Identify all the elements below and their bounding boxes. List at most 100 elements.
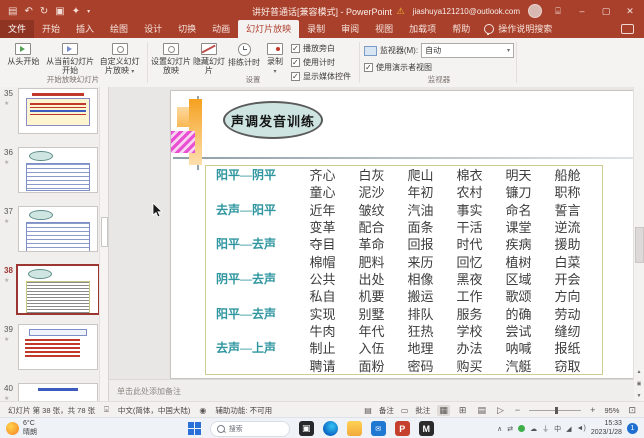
restore-button[interactable]: ▢: [598, 6, 614, 17]
spell-check-icon[interactable]: ⌻: [104, 405, 109, 415]
slide-35-thumbnail[interactable]: [18, 88, 98, 134]
hidden-icons-chevron-icon[interactable]: ∧: [497, 425, 502, 433]
normal-view-button[interactable]: ▦: [437, 405, 450, 416]
zoom-slider[interactable]: [529, 410, 581, 411]
zoom-slider-thumb[interactable]: [555, 407, 558, 414]
media-app-icon[interactable]: M: [419, 421, 434, 436]
ribbon-display-options-icon[interactable]: ⌸: [550, 6, 566, 17]
slide-37-thumbnail[interactable]: [18, 206, 98, 252]
tone-label: 阳平—去声: [206, 305, 298, 322]
multitask-icon[interactable]: ⇄: [507, 425, 513, 433]
minimize-button[interactable]: –: [574, 6, 590, 16]
security-icon[interactable]: [518, 425, 525, 432]
slide-39-thumbnail[interactable]: [18, 324, 98, 370]
tab-绘图[interactable]: 绘图: [102, 20, 136, 38]
tab-加载项[interactable]: 加载项: [401, 20, 444, 38]
taskbar-clock[interactable]: 15:33 2023/1/28: [591, 420, 622, 437]
fit-to-window-button[interactable]: ⊡: [626, 405, 638, 416]
comments-toggle[interactable]: 批注: [415, 405, 430, 416]
tab-录制[interactable]: 录制: [299, 20, 333, 38]
thumbnail-scrollbar[interactable]: [99, 87, 108, 401]
avatar[interactable]: [528, 4, 542, 18]
preview-icon[interactable]: ▣: [55, 6, 64, 17]
share-comment-icon[interactable]: [621, 24, 634, 34]
use-presenter-view-checkbox[interactable]: 使用演示者视图: [364, 62, 514, 73]
file-explorer-icon[interactable]: [347, 421, 362, 436]
task-view-icon[interactable]: ▣: [299, 421, 314, 436]
tab-审阅[interactable]: 审阅: [333, 20, 367, 38]
setup-slideshow-button[interactable]: 设置幻灯片放映: [151, 41, 191, 75]
microphone-icon[interactable]: ⏚: [542, 424, 549, 434]
slide-38-thumbnail-selected[interactable]: [16, 264, 100, 315]
rehearse-timings-button[interactable]: 排练计时: [227, 41, 261, 67]
zoom-out-button[interactable]: −: [513, 405, 522, 415]
slideshow-view-button[interactable]: ▷: [495, 405, 506, 416]
taskbar-search[interactable]: 搜索: [210, 421, 290, 437]
notes-pane[interactable]: 单击此处添加备注: [109, 379, 634, 402]
tab-设计[interactable]: 设计: [136, 20, 170, 38]
touch-mode-icon[interactable]: ✦: [72, 6, 80, 17]
tab-动画[interactable]: 动画: [204, 20, 238, 38]
from-current-slide-button[interactable]: 从当前幻灯片开始: [45, 41, 96, 75]
weather-widget[interactable]: 6°C 晴朗: [0, 420, 156, 436]
tab-切换[interactable]: 切换: [170, 20, 204, 38]
word-cell: 地理: [396, 338, 445, 357]
mail-icon[interactable]: ✉: [371, 421, 386, 436]
notes-toggle[interactable]: 备注: [379, 405, 394, 416]
tell-me-search[interactable]: 操作说明搜索: [498, 22, 552, 35]
slides-button[interactable]: ▣: [634, 381, 644, 387]
tab-文件[interactable]: 文件: [0, 20, 34, 38]
slide-36-thumbnail[interactable]: [18, 147, 98, 193]
tab-帮助[interactable]: 帮助: [444, 20, 478, 38]
play-narrations-checkbox[interactable]: 播放旁白: [291, 43, 351, 54]
custom-slideshow-button[interactable]: 自定义幻灯片放映 ▾: [97, 41, 142, 76]
onedrive-icon[interactable]: ☁: [530, 425, 537, 433]
customize-quick-access-chevron-icon[interactable]: ▾: [87, 8, 90, 15]
edge-browser-icon[interactable]: [323, 421, 338, 436]
account-email[interactable]: jiashuya121210@outlook.com: [413, 7, 520, 16]
word-cell: 爬山: [396, 165, 445, 184]
monitor-dropdown[interactable]: 自动 ▾: [421, 43, 514, 58]
redo-icon[interactable]: ↻: [40, 6, 48, 17]
notification-badge[interactable]: 1: [627, 423, 638, 434]
start-button[interactable]: [188, 422, 201, 435]
tab-插入[interactable]: 插入: [68, 20, 102, 38]
reading-view-button[interactable]: ▤: [475, 405, 488, 416]
network-icon[interactable]: ◢: [566, 425, 571, 433]
thumbnail-item: 38 ★: [0, 264, 108, 323]
zoom-in-button[interactable]: +: [588, 405, 597, 415]
word-cell: 的确: [494, 304, 543, 323]
ribbon-tabs: 文件开始插入绘图设计切换动画幻灯片放映录制审阅视图加载项帮助 操作说明搜索: [0, 22, 644, 38]
scrollbar-thumb[interactable]: [635, 227, 644, 263]
tab-视图[interactable]: 视图: [367, 20, 401, 38]
tone-table[interactable]: 阳平—阴平齐心白灰爬山棉衣明天船舱童心泥沙年初农村镰刀职称去声—阳平近年皱纹汽油…: [205, 165, 603, 375]
tab-开始[interactable]: 开始: [34, 20, 68, 38]
language-indicator[interactable]: 中文(简体，中国大陆): [118, 405, 191, 416]
slide-title-oval[interactable]: 声调发音训练: [223, 101, 323, 139]
zoom-level[interactable]: 95%: [604, 406, 619, 415]
slide-scrollbar[interactable]: ▲ ▣ ▼: [633, 87, 644, 401]
word-cell: 配合: [347, 217, 396, 236]
warning-icon: ⚠: [397, 6, 405, 17]
next-slide-button[interactable]: ▼: [634, 393, 644, 399]
close-button[interactable]: ✕: [622, 6, 638, 17]
table-row: 阳平—去声夺目革命回报时代疾病援助: [206, 235, 602, 252]
hide-slide-button[interactable]: 隐藏幻灯片: [193, 41, 225, 75]
slide-sorter-view-button[interactable]: ⊞: [457, 405, 469, 416]
slide-40-thumbnail[interactable]: [18, 383, 98, 401]
use-timings-checkbox[interactable]: 使用计时: [291, 57, 351, 68]
word-cell: 年初: [396, 182, 445, 201]
scrollbar-thumb[interactable]: [101, 217, 108, 247]
save-icon[interactable]: ▤: [8, 6, 17, 17]
undo-icon[interactable]: ↶: [24, 6, 32, 17]
accessibility-status[interactable]: 辅助功能: 不可用: [215, 405, 272, 416]
record-button[interactable]: 录制▾: [263, 41, 287, 76]
slide-canvas[interactable]: 声调发音训练 阳平—阴平齐心白灰爬山棉衣明天船舱童心泥沙年初农村镰刀职称去声—阳…: [170, 90, 634, 379]
powerpoint-taskbar-icon[interactable]: P: [395, 421, 410, 436]
tab-幻灯片放映[interactable]: 幻灯片放映: [238, 20, 299, 38]
previous-slide-button[interactable]: ▲: [634, 369, 644, 375]
volume-icon[interactable]: ◄): [577, 425, 586, 432]
table-row: 去声—阳平近年皱纹汽油事实命名誓言: [206, 201, 602, 218]
from-beginning-button[interactable]: 从头开始: [4, 41, 43, 66]
ime-indicator[interactable]: 中: [554, 424, 561, 434]
